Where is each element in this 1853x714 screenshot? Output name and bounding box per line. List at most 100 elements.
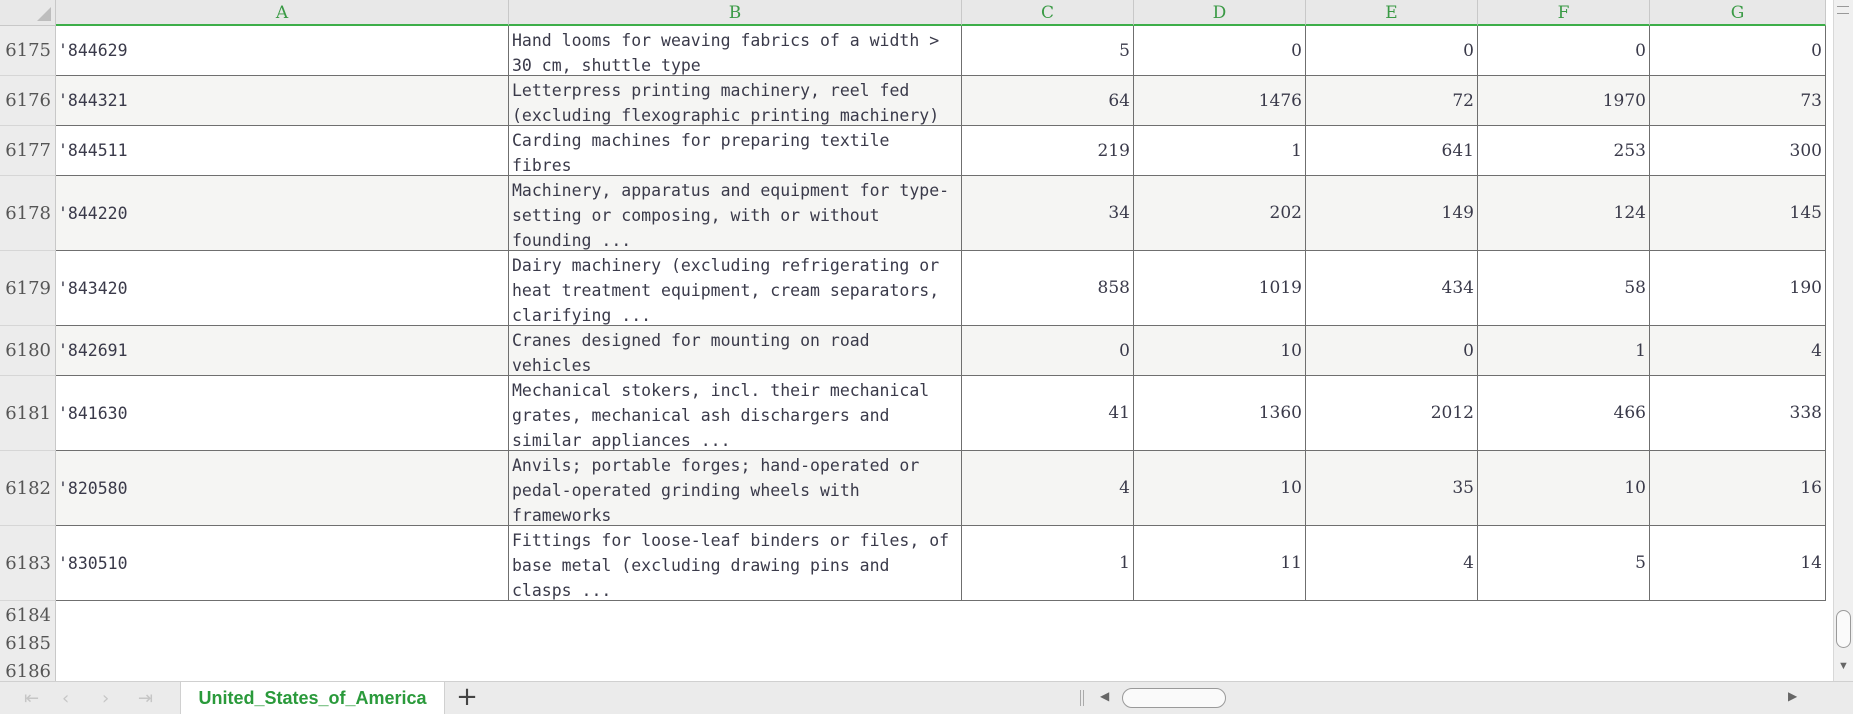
- cell-d[interactable]: 10: [1134, 451, 1306, 525]
- cell-c[interactable]: 0: [962, 326, 1134, 375]
- cell-c[interactable]: 1: [962, 526, 1134, 600]
- column-header-g[interactable]: G: [1650, 0, 1826, 26]
- cell-b[interactable]: Anvils; portable forges; hand-operated o…: [509, 451, 962, 525]
- cell-e[interactable]: 72: [1306, 76, 1478, 125]
- table-row: '844511 Carding machines for preparing te…: [56, 126, 1826, 176]
- cell-e[interactable]: 2012: [1306, 376, 1478, 450]
- cell-g[interactable]: 145: [1650, 176, 1826, 250]
- cell-b[interactable]: Hand looms for weaving fabrics of a widt…: [509, 26, 962, 75]
- cell-a[interactable]: '844511: [56, 126, 509, 175]
- cell-c[interactable]: 858: [962, 251, 1134, 325]
- select-all-corner[interactable]: [0, 0, 56, 26]
- row-header[interactable]: 6185: [0, 629, 56, 657]
- table-row: '820580 Anvils; portable forges; hand-ope…: [56, 451, 1826, 526]
- cell-c[interactable]: 4: [962, 451, 1134, 525]
- cell-d[interactable]: 1476: [1134, 76, 1306, 125]
- cell-a[interactable]: '830510: [56, 526, 509, 600]
- horizontal-scroll-thumb[interactable]: [1122, 688, 1226, 708]
- cell-b[interactable]: Dairy machinery (excluding refrigerating…: [509, 251, 962, 325]
- table-row: '842691 Cranes designed for mounting on r…: [56, 326, 1826, 376]
- cell-e[interactable]: 641: [1306, 126, 1478, 175]
- cell-f[interactable]: 58: [1478, 251, 1650, 325]
- row-header[interactable]: 6186: [0, 657, 56, 681]
- cell-a[interactable]: '841630: [56, 376, 509, 450]
- cell-f[interactable]: 124: [1478, 176, 1650, 250]
- cell-a[interactable]: '843420: [56, 251, 509, 325]
- cell-a[interactable]: '820580: [56, 451, 509, 525]
- scroll-right-icon[interactable]: ▶: [1788, 689, 1797, 703]
- cell-e[interactable]: 0: [1306, 26, 1478, 75]
- cell-g[interactable]: 0: [1650, 26, 1826, 75]
- cell-c[interactable]: 5: [962, 26, 1134, 75]
- cell-f[interactable]: 10: [1478, 451, 1650, 525]
- cell-a[interactable]: '842691: [56, 326, 509, 375]
- row-header[interactable]: 6179: [0, 251, 56, 326]
- cell-c[interactable]: 64: [962, 76, 1134, 125]
- cell-d[interactable]: 202: [1134, 176, 1306, 250]
- cell-c[interactable]: 34: [962, 176, 1134, 250]
- column-header-e[interactable]: E: [1306, 0, 1478, 26]
- cell-g[interactable]: 4: [1650, 326, 1826, 375]
- cell-b[interactable]: Letterpress printing machinery, reel fed…: [509, 76, 962, 125]
- cell-b[interactable]: Cranes designed for mounting on road veh…: [509, 326, 962, 375]
- row-header[interactable]: 6180: [0, 326, 56, 376]
- row-header[interactable]: 6175: [0, 26, 56, 76]
- cell-g[interactable]: 14: [1650, 526, 1826, 600]
- cell-f[interactable]: 0: [1478, 26, 1650, 75]
- column-header-b[interactable]: B: [509, 0, 962, 26]
- row-header[interactable]: 6177: [0, 126, 56, 176]
- last-sheet-icon[interactable]: ⇥: [138, 688, 153, 709]
- cell-d[interactable]: 1019: [1134, 251, 1306, 325]
- vertical-scrollbar[interactable]: ▼: [1833, 0, 1853, 681]
- row-header[interactable]: 6178: [0, 176, 56, 251]
- cell-e[interactable]: 0: [1306, 326, 1478, 375]
- cell-f[interactable]: 466: [1478, 376, 1650, 450]
- column-header-c[interactable]: C: [962, 0, 1134, 26]
- cell-d[interactable]: 1: [1134, 126, 1306, 175]
- row-header[interactable]: 6184: [0, 601, 56, 629]
- column-header-f[interactable]: F: [1478, 0, 1650, 26]
- cell-b[interactable]: Fittings for loose-leaf binders or files…: [509, 526, 962, 600]
- row-header[interactable]: 6182: [0, 451, 56, 526]
- vertical-scroll-thumb[interactable]: [1836, 610, 1851, 648]
- cell-e[interactable]: 434: [1306, 251, 1478, 325]
- scroll-down-icon[interactable]: ▼: [1838, 660, 1849, 672]
- cell-f[interactable]: 1: [1478, 326, 1650, 375]
- cell-a[interactable]: '844629: [56, 26, 509, 75]
- cell-g[interactable]: 338: [1650, 376, 1826, 450]
- cell-f[interactable]: 5: [1478, 526, 1650, 600]
- cell-g[interactable]: 73: [1650, 76, 1826, 125]
- scroll-left-icon[interactable]: ◀: [1100, 689, 1109, 703]
- cell-g[interactable]: 16: [1650, 451, 1826, 525]
- cell-e[interactable]: 149: [1306, 176, 1478, 250]
- cell-c[interactable]: 41: [962, 376, 1134, 450]
- cell-b[interactable]: Mechanical stokers, incl. their mechanic…: [509, 376, 962, 450]
- cell-c[interactable]: 219: [962, 126, 1134, 175]
- row-header[interactable]: 6183: [0, 526, 56, 601]
- cell-a[interactable]: '844321: [56, 76, 509, 125]
- cell-a[interactable]: '844220: [56, 176, 509, 250]
- cell-f[interactable]: 253: [1478, 126, 1650, 175]
- first-sheet-icon[interactable]: ⇤: [24, 688, 39, 709]
- add-sheet-button[interactable]: +: [452, 684, 482, 711]
- cell-g[interactable]: 300: [1650, 126, 1826, 175]
- sheet-tab-active[interactable]: United_States_of_America: [180, 682, 445, 714]
- cell-f[interactable]: 1970: [1478, 76, 1650, 125]
- column-header-a[interactable]: A: [56, 0, 509, 26]
- cell-e[interactable]: 4: [1306, 526, 1478, 600]
- cell-g[interactable]: 190: [1650, 251, 1826, 325]
- horizontal-scrollbar[interactable]: [1115, 688, 1790, 708]
- cell-b[interactable]: Machinery, apparatus and equipment for t…: [509, 176, 962, 250]
- cell-d[interactable]: 0: [1134, 26, 1306, 75]
- prev-sheet-icon[interactable]: ‹: [62, 688, 69, 709]
- cell-d[interactable]: 11: [1134, 526, 1306, 600]
- next-sheet-icon[interactable]: ›: [102, 688, 109, 709]
- row-header[interactable]: 6181: [0, 376, 56, 451]
- cell-d[interactable]: 1360: [1134, 376, 1306, 450]
- cell-e[interactable]: 35: [1306, 451, 1478, 525]
- cell-d[interactable]: 10: [1134, 326, 1306, 375]
- row-header[interactable]: 6176: [0, 76, 56, 126]
- column-header-d[interactable]: D: [1134, 0, 1306, 26]
- split-handle[interactable]: [1080, 690, 1084, 706]
- cell-b[interactable]: Carding machines for preparing textile f…: [509, 126, 962, 175]
